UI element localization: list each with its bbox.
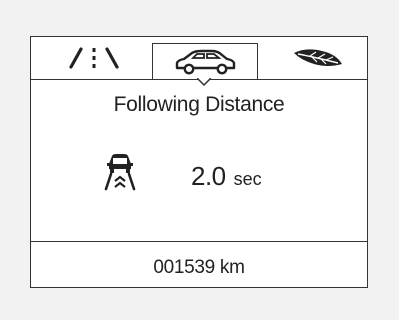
tab-lane[interactable] (59, 37, 129, 79)
eco-leaf-icon (294, 49, 342, 66)
odometer-reading: 001539 km (153, 257, 245, 278)
following-distance-readout: 2.0 sec (191, 161, 262, 192)
screen-title: Following Distance (113, 93, 285, 116)
instrument-cluster-display: Following Distance 2.0 sec 001539 km (30, 36, 368, 288)
lane-icon (69, 47, 119, 69)
selected-tab-pointer (197, 78, 211, 86)
tab-car[interactable] (152, 43, 258, 79)
following-distance-icon (104, 154, 136, 191)
following-distance-value: 2.0 (191, 161, 226, 191)
tab-eco[interactable] (283, 37, 353, 79)
tab-bar (31, 37, 367, 86)
following-distance-unit: sec (233, 169, 262, 189)
car-icon (175, 49, 236, 74)
bottom-divider (31, 241, 367, 242)
